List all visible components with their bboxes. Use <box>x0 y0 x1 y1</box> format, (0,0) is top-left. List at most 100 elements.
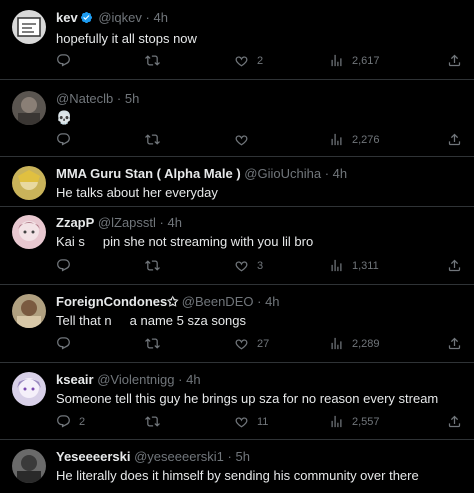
display-name[interactable]: MMA Guru Stan ( Alpha Male ) <box>56 166 241 181</box>
avatar[interactable] <box>12 372 46 406</box>
verified-badge-icon <box>80 11 93 28</box>
tweet-text: Tell that n a name 5 sza songs <box>56 312 462 330</box>
user-handle[interactable]: @iqkev <box>98 10 142 25</box>
share-icon <box>447 414 462 429</box>
reply-button[interactable]: 2 <box>56 414 85 429</box>
reply-icon <box>56 414 71 429</box>
user-handle[interactable]: @BeenDEO <box>182 294 254 309</box>
tweet[interactable]: ForeignCondones✩ @BeenDEO · 4h Tell that… <box>0 285 474 363</box>
views-button[interactable]: 1,311 <box>329 258 379 273</box>
reply-icon <box>56 336 71 351</box>
tweet[interactable]: Yeseeeerski @yeseeeerski1 · 5h He litera… <box>0 440 474 493</box>
retweet-button[interactable] <box>145 53 168 68</box>
separator-dot: · <box>145 10 150 25</box>
user-handle[interactable]: @Nateclb <box>56 91 113 106</box>
like-button[interactable] <box>234 132 257 147</box>
view-count: 2,617 <box>352 54 380 67</box>
like-count: 2 <box>257 54 264 67</box>
tweet-text: He talks about her everyday <box>56 185 218 200</box>
timestamp[interactable]: 4h <box>153 10 167 25</box>
avatar[interactable] <box>12 215 46 249</box>
timestamp[interactable]: 5h <box>235 449 249 464</box>
like-button[interactable]: 2 <box>234 53 263 68</box>
share-icon <box>447 336 462 351</box>
view-count: 1,311 <box>352 259 379 272</box>
tweet[interactable]: @Nateclb · 5h 💀 2,276 <box>0 80 474 157</box>
tweet-text: hopefully it all stops now <box>56 31 197 46</box>
retweet-button[interactable] <box>145 132 168 147</box>
reply-button[interactable] <box>56 336 79 351</box>
timestamp[interactable]: 4h <box>333 166 347 181</box>
views-icon <box>329 53 344 68</box>
timeline-feed: kev @iqkev · 4h hopefully it all stops n… <box>0 0 474 493</box>
tweet[interactable]: MMA Guru Stan ( Alpha Male ) @GiioUchiha… <box>0 157 474 207</box>
like-button[interactable]: 27 <box>234 336 269 351</box>
tweet-text: Kai s pin she not streaming with you lil … <box>56 233 462 251</box>
views-button[interactable]: 2,289 <box>329 336 380 351</box>
avatar[interactable] <box>12 294 46 328</box>
tweet-text: 💀 <box>56 110 73 125</box>
timestamp[interactable]: 5h <box>125 91 139 106</box>
retweet-icon <box>145 414 160 429</box>
retweet-icon <box>145 132 160 147</box>
like-count: 11 <box>257 415 269 428</box>
views-button[interactable]: 2,557 <box>329 414 380 429</box>
avatar[interactable] <box>12 166 46 200</box>
retweet-button[interactable] <box>145 336 168 351</box>
views-icon <box>329 414 344 429</box>
views-icon <box>329 258 344 273</box>
heart-icon <box>234 258 249 273</box>
share-icon <box>447 132 462 147</box>
user-handle[interactable]: @Violentnigg <box>97 372 174 387</box>
retweet-icon <box>145 336 160 351</box>
heart-icon <box>234 414 249 429</box>
display-name[interactable]: kev <box>56 10 78 25</box>
timestamp[interactable]: 4h <box>186 372 200 387</box>
user-handle[interactable]: @GiioUchiha <box>244 166 321 181</box>
separator-dot: · <box>257 294 262 309</box>
reply-icon <box>56 258 71 273</box>
reply-count: 2 <box>79 415 86 428</box>
avatar[interactable] <box>12 91 46 125</box>
share-icon <box>447 53 462 68</box>
tweet[interactable]: kseair @Violentnigg · 4h Someone tell th… <box>0 363 474 440</box>
heart-icon <box>234 132 249 147</box>
user-handle[interactable]: @yeseeeerski1 <box>134 449 224 464</box>
heart-icon <box>234 336 249 351</box>
like-count: 27 <box>257 337 270 350</box>
reply-button[interactable] <box>56 132 79 147</box>
tweet[interactable]: kev @iqkev · 4h hopefully it all stops n… <box>0 0 474 80</box>
retweet-button[interactable] <box>145 414 168 429</box>
share-button[interactable] <box>447 258 462 273</box>
timestamp[interactable]: 4h <box>265 294 279 309</box>
display-name[interactable]: ZzapP <box>56 215 94 230</box>
tweet-text-part: Tell that n <box>56 313 112 328</box>
share-button[interactable] <box>447 53 462 68</box>
view-count: 2,276 <box>352 133 380 146</box>
separator-dot: · <box>324 166 330 181</box>
share-button[interactable] <box>447 336 462 351</box>
reply-button[interactable] <box>56 53 79 68</box>
like-button[interactable]: 11 <box>234 414 268 429</box>
display-name[interactable]: Yeseeeerski <box>56 449 130 464</box>
tweet-text-part: pin she not streaming with you lil bro <box>102 234 314 249</box>
share-button[interactable] <box>447 414 462 429</box>
display-name[interactable]: ForeignCondones✩ <box>56 294 178 309</box>
view-count: 2,289 <box>352 337 380 350</box>
timestamp[interactable]: 4h <box>168 215 182 230</box>
like-button[interactable]: 3 <box>234 258 263 273</box>
views-button[interactable]: 2,617 <box>329 53 380 68</box>
retweet-button[interactable] <box>145 258 168 273</box>
views-button[interactable]: 2,276 <box>329 132 380 147</box>
tweet[interactable]: ZzapP @lZapsstl · 4h Kai s pin she not st… <box>0 207 474 285</box>
reply-icon <box>56 132 71 147</box>
tweet-text: He literally does it himself by sending … <box>56 468 419 483</box>
avatar[interactable] <box>12 449 46 483</box>
user-handle[interactable]: @lZapsstl <box>98 215 156 230</box>
like-count: 3 <box>257 259 264 272</box>
display-name[interactable]: kseair <box>56 372 94 387</box>
share-button[interactable] <box>447 132 462 147</box>
separator-dot: · <box>178 372 183 387</box>
reply-button[interactable] <box>56 258 79 273</box>
avatar[interactable] <box>12 10 46 44</box>
